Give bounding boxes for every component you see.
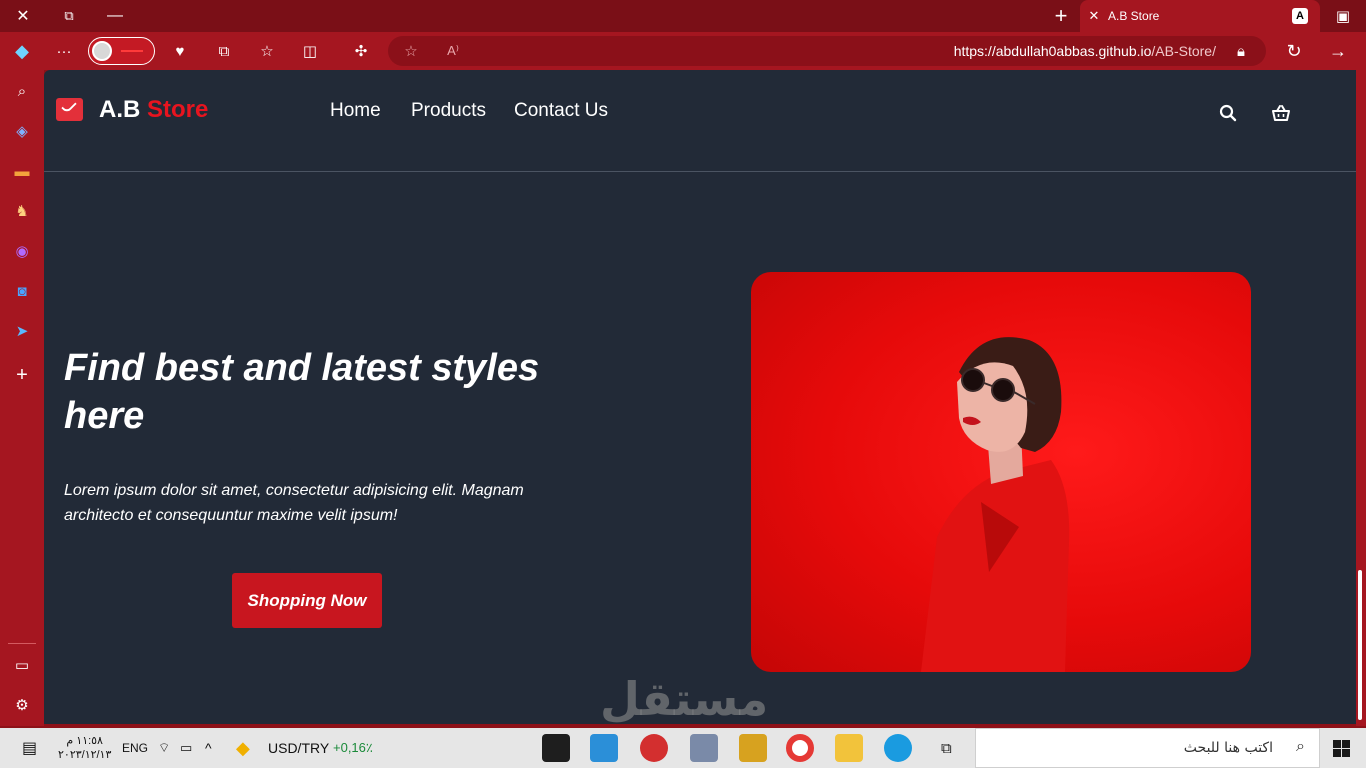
edge-icon[interactable] — [884, 734, 912, 762]
avatar-icon — [92, 41, 112, 61]
hero-description: Lorem ipsum dolor sit amet, consectetur … — [64, 482, 524, 524]
hero-title: Find best and latest styles here — [64, 347, 540, 437]
settings-icon[interactable]: ⚙ — [11, 694, 33, 716]
tab-actions-icon[interactable]: ▣ — [1320, 0, 1366, 32]
shopping-now-button[interactable]: Shopping Now — [232, 573, 382, 628]
page-scrollbar[interactable] — [1356, 70, 1366, 726]
close-window-icon[interactable]: ✕ — [0, 0, 46, 32]
nav-products[interactable]: Products — [411, 100, 486, 122]
collections-icon[interactable]: ⧉ — [210, 39, 238, 63]
search-placeholder: اكتب هنا للبحث — [1183, 740, 1273, 756]
search-icon: ⌕ — [1296, 738, 1305, 755]
watermark-logo: مستقل — [600, 672, 769, 726]
language-indicator[interactable]: ENG — [122, 728, 148, 768]
site-header: A.B Store Home Products Contact Us — [44, 70, 1356, 172]
minimize-window-icon[interactable]: — — [92, 0, 138, 32]
close-tab-icon[interactable]: ✕ — [1080, 8, 1108, 24]
read-aloud-icon[interactable]: A⁾ — [442, 41, 464, 61]
chrome-icon[interactable] — [786, 734, 814, 762]
profile-button[interactable] — [88, 37, 155, 65]
vscode-icon[interactable] — [590, 734, 618, 762]
forward-icon[interactable]: → — [1324, 39, 1352, 63]
sidebar-toggle-icon[interactable]: ▭ — [11, 654, 33, 676]
figma-icon[interactable] — [542, 734, 570, 762]
page-viewport: A.B Store Home Products Contact Us Find … — [44, 70, 1356, 724]
tools-icon[interactable]: ▬ — [11, 160, 33, 182]
windows-taskbar: ▤ ١١:٥٨ م ٢٠٢٣/١٢/١٣ ENG ⌔ ▭ ^ ◆ USD/TRY… — [0, 728, 1366, 768]
search-icon[interactable]: ⌕ — [11, 80, 33, 102]
browser-titlebar: ✕ ⧉ — + ✕ A.B Store A ▣ — [0, 0, 1366, 32]
ticker-name[interactable]: USD/TRY — [268, 728, 329, 768]
task-view-icon[interactable]: ⧉ — [941, 728, 952, 768]
browser-sidebar: ⌕ ◈ ▬ ♞ ◉ ◙ ➤ + ▭ ⚙ — [0, 70, 44, 726]
address-url[interactable]: https://abdullah0abbas.github.io/AB-Stor… — [954, 43, 1216, 59]
tab-favicon: A — [1292, 8, 1308, 24]
restore-window-icon[interactable]: ⧉ — [46, 0, 92, 32]
notifications-icon[interactable]: ▤ — [22, 728, 37, 768]
split-screen-icon[interactable]: ◫ — [296, 39, 324, 63]
add-sidebar-icon[interactable]: + — [11, 364, 33, 386]
favorites-icon[interactable]: ☆ — [253, 39, 281, 63]
nav-contact-us[interactable]: Contact Us — [514, 100, 608, 122]
address-bar[interactable]: ☆ A⁾ https://abdullah0abbas.github.io/AB… — [388, 36, 1266, 66]
outlook-icon[interactable]: ◙ — [11, 280, 33, 302]
games-icon[interactable]: ♞ — [11, 200, 33, 222]
ticker-change: +0,16٪ — [333, 740, 373, 755]
psiphon-icon[interactable] — [640, 734, 668, 762]
send-icon[interactable]: ➤ — [11, 320, 33, 342]
winrar-icon[interactable] — [739, 734, 767, 762]
basket-icon[interactable] — [1270, 102, 1292, 124]
nav-home[interactable]: Home — [330, 100, 381, 122]
extensions-icon[interactable]: ✣ — [347, 39, 375, 63]
performance-icon[interactable]: ♥ — [166, 39, 194, 63]
windows-start-icon[interactable] — [1333, 740, 1350, 757]
currency-widget-icon[interactable]: ◆ — [236, 728, 250, 768]
tab-title: A.B Store — [1108, 9, 1160, 23]
shopping-tag-icon[interactable]: ◈ — [11, 120, 33, 142]
tab-ab-store[interactable]: ✕ A.B Store A — [1080, 0, 1320, 32]
taskbar-search[interactable]: اكتب هنا للبحث ⌕ — [975, 728, 1320, 768]
more-options-icon[interactable]: ··· — [50, 39, 78, 63]
lock-icon[interactable]: 🔒︎ — [1230, 41, 1252, 61]
wifi-icon[interactable]: ⌔ — [158, 728, 170, 768]
chevron-up-icon[interactable]: ^ — [205, 728, 212, 768]
hero-image — [751, 272, 1251, 672]
search-icon[interactable] — [1217, 102, 1239, 124]
favorite-star-icon[interactable]: ☆ — [400, 41, 422, 61]
m365-icon[interactable]: ◉ — [11, 240, 33, 262]
brand-name[interactable]: A.B Store — [99, 96, 208, 124]
copilot-icon[interactable]: ◆ — [8, 39, 36, 63]
new-tab-icon[interactable]: + — [1038, 0, 1084, 32]
clock[interactable]: ١١:٥٨ م ٢٠٢٣/١٢/١٣ — [58, 728, 111, 768]
calculator-icon[interactable] — [690, 734, 718, 762]
battery-icon[interactable]: ▭ — [180, 728, 192, 768]
file-explorer-icon[interactable] — [835, 734, 863, 762]
scrollbar-thumb[interactable] — [1358, 570, 1362, 720]
browser-toolbar: ◆ ··· ♥ ⧉ ☆ ◫ ✣ ☆ A⁾ https://abdullah0ab… — [0, 32, 1366, 70]
refresh-icon[interactable]: ↻ — [1280, 39, 1308, 63]
store-logo-icon[interactable] — [56, 98, 83, 121]
